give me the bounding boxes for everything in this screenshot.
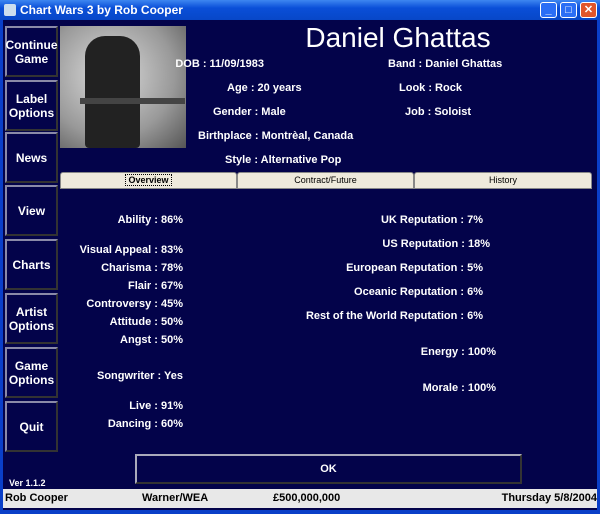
tab-overview[interactable]: Overview [60,172,237,189]
artist-photo [60,26,186,148]
ok-button[interactable]: OK [135,454,522,484]
stat-live: Live : 91% [129,400,183,412]
stat-songwriter: Songwriter : Yes [97,370,183,382]
tab-label: Overview [125,174,172,186]
date: Thursday 5/8/2004 [501,492,597,504]
player-name: Rob Cooper [5,492,68,504]
stat-uk-reputation: UK Reputation : 7% [380,214,483,226]
stat-visual-appeal: Visual Appeal : 83% [79,244,183,256]
stat-oceanic-reputation: Oceanic Reputation : 6% [354,286,483,298]
tab-history[interactable]: History [414,172,592,189]
stat-energy: Energy : 100% [420,346,496,358]
quit-button[interactable]: Quit [5,401,58,452]
stat-charisma: Charisma : 78% [101,262,183,274]
game-options-button[interactable]: Game Options [5,347,58,398]
gender: Gender : Male [213,106,286,118]
continue-game-button[interactable]: Continue Game [5,26,58,77]
close-button[interactable]: ✕ [580,2,597,18]
record-label: Warner/WEA [142,492,209,504]
stat-european-reputation: European Reputation : 5% [346,262,483,274]
artist-name: Daniel Ghattas [305,22,491,53]
artist-options-button[interactable]: Artist Options [5,293,58,344]
window-title: Chart Wars 3 by Rob Cooper [20,3,183,17]
band: Band : Daniel Ghattas [388,58,503,70]
money: £500,000,000 [273,492,341,504]
title-bar: Chart Wars 3 by Rob Cooper _ □ ✕ [0,0,600,20]
stat-ability: Ability : 86% [117,214,183,226]
stat-us-reputation: US Reputation : 18% [382,238,490,250]
label-options-button[interactable]: Label Options [5,80,58,131]
look: Look : Rock [399,82,462,94]
stat-morale: Morale : 100% [422,382,496,394]
style: Style : Alternative Pop [225,154,342,166]
news-button[interactable]: News [5,132,58,183]
stat-flair: Flair : 67% [127,280,183,292]
age: Age : 20 years [227,82,302,94]
main-panel: Continue Game Label Options News View Ch… [3,20,597,510]
stat-dancing: Dancing : 60% [107,418,183,430]
view-button[interactable]: View [5,185,58,236]
minimize-button[interactable]: _ [540,2,557,18]
app-icon [4,4,16,16]
maximize-button[interactable]: □ [560,2,577,18]
stat-attitude: Attitude : 50% [109,316,183,328]
version-label: Ver 1.1.2 [9,478,46,488]
birthplace: Birthplace : Montrèal, Canada [198,130,354,142]
stat-controversy: Controversy : 45% [86,298,183,310]
status-bar: Rob Cooper Warner/WEA £500,000,000 Thurs… [3,489,597,508]
job: Job : Soloist [405,106,471,118]
stat-rest-of-world-reputation: Rest of the World Reputation : 6% [305,310,483,322]
tab-contract-future[interactable]: Contract/Future [237,172,414,189]
stat-angst: Angst : 50% [120,334,183,346]
dob: DOB : 11/09/1983 [175,58,264,70]
charts-button[interactable]: Charts [5,239,58,290]
